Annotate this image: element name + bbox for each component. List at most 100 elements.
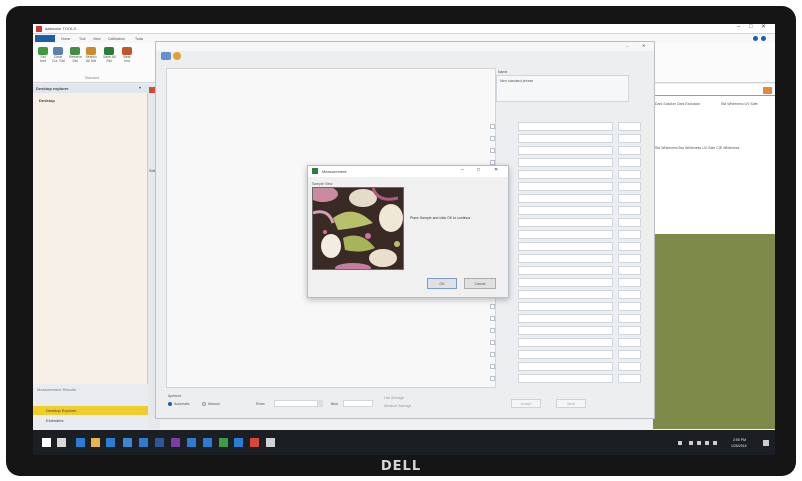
bins-select[interactable] xyxy=(343,400,373,407)
param-value[interactable] xyxy=(518,170,613,179)
word-icon[interactable] xyxy=(155,438,164,447)
row-checkbox[interactable] xyxy=(490,316,495,321)
param-unit[interactable] xyxy=(618,266,641,275)
param-unit[interactable] xyxy=(618,374,641,383)
photos-icon[interactable] xyxy=(139,438,148,447)
dialog-minimize-icon[interactable]: – xyxy=(461,168,464,173)
search-icon[interactable] xyxy=(57,438,66,447)
excel-icon[interactable] xyxy=(219,438,228,447)
param-unit[interactable] xyxy=(618,254,641,263)
row-checkbox[interactable] xyxy=(490,124,495,129)
tab-home[interactable]: Home xyxy=(61,37,70,41)
tool-icon[interactable] xyxy=(234,438,243,447)
explorer-icon[interactable] xyxy=(91,438,100,447)
name-field[interactable]: New standard phrase xyxy=(496,75,629,102)
search-std-button[interactable]: Search All Std xyxy=(85,47,97,65)
param-unit[interactable] xyxy=(618,338,641,347)
row-checkbox[interactable] xyxy=(490,364,495,369)
param-value[interactable] xyxy=(518,206,613,215)
store-icon[interactable] xyxy=(106,438,115,447)
param-unit[interactable] xyxy=(618,350,641,359)
save-button[interactable]: Save xyxy=(556,399,586,408)
param-value[interactable] xyxy=(518,338,613,347)
param-value[interactable] xyxy=(518,182,613,191)
keyboard-icon[interactable] xyxy=(713,441,717,445)
param-unit[interactable] xyxy=(618,158,641,167)
param-value[interactable] xyxy=(518,350,613,359)
param-value[interactable] xyxy=(518,290,613,299)
param-value[interactable] xyxy=(518,158,613,167)
file-tab[interactable] xyxy=(35,35,55,42)
row-checkbox[interactable] xyxy=(490,352,495,357)
param-value[interactable] xyxy=(518,230,613,239)
param-unit[interactable] xyxy=(618,182,641,191)
row-checkbox[interactable] xyxy=(490,340,495,345)
minimize-icon[interactable]: – xyxy=(737,24,740,30)
clock-date[interactable]: 1/25/2016 xyxy=(731,444,747,448)
notification-icon[interactable] xyxy=(763,440,769,446)
param-unit[interactable] xyxy=(618,314,641,323)
help-icon[interactable] xyxy=(753,36,758,41)
param-unit[interactable] xyxy=(618,242,641,251)
param-value[interactable] xyxy=(518,302,613,311)
measure-average-option[interactable]: Measure Average xyxy=(384,404,411,408)
mail-icon[interactable] xyxy=(123,438,132,447)
toolbar-refresh-icon[interactable] xyxy=(173,52,181,60)
people-icon[interactable] xyxy=(678,441,682,445)
param-unit[interactable] xyxy=(618,194,641,203)
param-unit[interactable] xyxy=(618,278,641,287)
tab-tool[interactable]: Tool xyxy=(79,37,85,41)
rows-input[interactable] xyxy=(274,400,318,407)
row-checkbox[interactable] xyxy=(490,376,495,381)
retrieve-std-button[interactable]: Retrieve Std xyxy=(69,47,82,65)
nav-desktop-explorer[interactable]: Desktop Explorer xyxy=(33,406,148,415)
param-unit[interactable] xyxy=(618,134,641,143)
cancel-button[interactable]: Cancel xyxy=(464,278,496,289)
param-value[interactable] xyxy=(518,146,613,155)
param-unit[interactable] xyxy=(618,218,641,227)
row-checkbox[interactable] xyxy=(490,136,495,141)
row-checkbox[interactable] xyxy=(490,304,495,309)
network-icon[interactable] xyxy=(697,441,701,445)
param-value[interactable] xyxy=(518,374,613,383)
param-unit[interactable] xyxy=(618,362,641,371)
windows-icon[interactable] xyxy=(42,438,51,447)
app-icon[interactable] xyxy=(203,438,212,447)
param-value[interactable] xyxy=(518,314,613,323)
param-unit[interactable] xyxy=(618,302,641,311)
nav-estimates[interactable]: Estimates xyxy=(46,418,64,423)
param-value[interactable] xyxy=(518,362,613,371)
std-inst-button[interactable]: Std Inst xyxy=(37,47,49,65)
orange-close-icon[interactable] xyxy=(763,87,772,94)
window-min-icon[interactable]: – xyxy=(626,43,628,48)
save-all-button[interactable]: Save All Std xyxy=(103,47,116,65)
panel-pin-icon[interactable]: ▾ xyxy=(139,85,141,90)
volume-icon[interactable] xyxy=(705,441,709,445)
param-value[interactable] xyxy=(518,242,613,251)
tab-tools[interactable]: Tools xyxy=(135,37,143,41)
param-value[interactable] xyxy=(518,266,613,275)
param-value[interactable] xyxy=(518,278,613,287)
onenote-icon[interactable] xyxy=(171,438,180,447)
datacolor-icon[interactable] xyxy=(250,438,259,447)
row-checkbox[interactable] xyxy=(490,148,495,153)
param-value[interactable] xyxy=(518,218,613,227)
param-unit[interactable] xyxy=(618,206,641,215)
info-icon[interactable] xyxy=(761,36,766,41)
param-unit[interactable] xyxy=(618,326,641,335)
tab-view[interactable]: View xyxy=(93,37,101,41)
param-unit[interactable] xyxy=(618,146,641,155)
close-icon[interactable]: ✕ xyxy=(761,24,766,30)
param-value[interactable] xyxy=(518,134,613,143)
settings-icon[interactable] xyxy=(266,438,275,447)
dialog-close-icon[interactable]: ✕ xyxy=(494,168,498,173)
edge-icon[interactable] xyxy=(76,438,85,447)
row-checkbox[interactable] xyxy=(490,328,495,333)
param-value[interactable] xyxy=(518,122,613,131)
clock-time[interactable]: 2:55 PM xyxy=(733,438,746,442)
nav-measurement-results[interactable]: Measurement Results xyxy=(37,387,76,392)
param-unit[interactable] xyxy=(618,230,641,239)
tree-item-desktop[interactable]: Desktop xyxy=(39,98,55,103)
param-value[interactable] xyxy=(518,326,613,335)
outlook-icon[interactable] xyxy=(187,438,196,447)
